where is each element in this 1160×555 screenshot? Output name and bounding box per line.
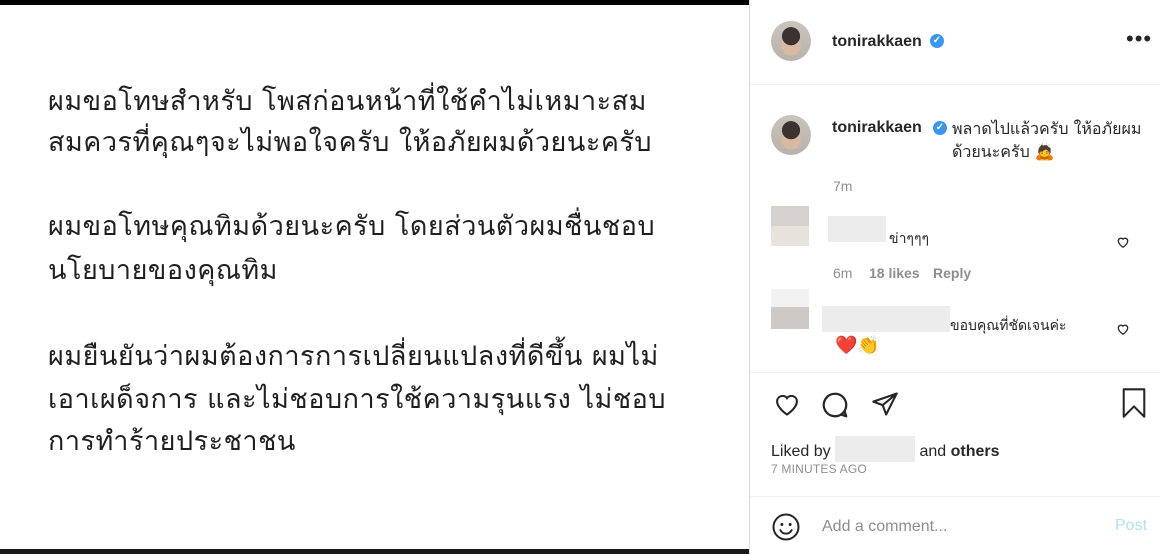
action-bar	[750, 372, 1160, 433]
comment-time[interactable]: 6m	[833, 265, 852, 281]
liked-by-prefix: Liked by	[771, 443, 831, 460]
liked-by-and: and	[919, 443, 947, 460]
like-heart-icon[interactable]	[771, 390, 803, 418]
comment-bubble-icon[interactable]	[820, 390, 850, 420]
posted-time[interactable]: 7 MINUTES AGO	[771, 462, 867, 476]
post-header: tonirakkaen ✓ •••	[750, 0, 1160, 85]
image-text-line: เอาเผด็จการ และไม่ชอบการใช้ความรุนแรง ไม…	[48, 384, 666, 415]
more-options-icon[interactable]: •••	[1126, 28, 1152, 50]
image-text-line: สมควรที่คุณๆจะไม่พอใจครับ ให้อภัยผมด้วยน…	[48, 127, 653, 158]
reply-button[interactable]: Reply	[933, 265, 971, 281]
redacted-username	[822, 306, 950, 332]
image-text-line: ผมยืนยันว่าผมต้องการการเปลี่ยนแปลงที่ดีข…	[48, 341, 659, 372]
author-avatar[interactable]	[771, 21, 811, 61]
comment-avatar[interactable]	[771, 206, 809, 246]
verified-badge-icon: ✓	[930, 34, 944, 48]
emoji-smiley-icon[interactable]	[771, 512, 801, 542]
comment-like-heart-icon[interactable]	[1116, 322, 1130, 336]
redacted-username	[828, 216, 886, 242]
comment-like-heart-icon[interactable]	[1116, 235, 1130, 249]
liked-by-others-link[interactable]: others	[951, 443, 1000, 460]
comment-likes[interactable]: 18 likes	[869, 265, 920, 281]
caption-avatar[interactable]	[771, 115, 811, 155]
image-text-line: นโยบายของคุณทิม	[48, 255, 278, 286]
comment-bar: Post	[750, 496, 1160, 555]
comment-emojis: ❤️👏	[835, 335, 880, 356]
save-bookmark-icon[interactable]	[1120, 387, 1148, 419]
post-comment-button[interactable]: Post	[1115, 517, 1147, 535]
post-side-panel: tonirakkaen ✓ ••• tonirakkaen ✓ พลาดไปแล…	[750, 0, 1160, 554]
caption-time[interactable]: 7m	[833, 178, 852, 194]
share-send-icon[interactable]	[870, 390, 900, 418]
comment-input[interactable]	[820, 511, 1094, 543]
verified-badge-icon: ✓	[933, 121, 947, 135]
author-username[interactable]: tonirakkaen	[832, 33, 922, 51]
image-text-line: ผมขอโทษสำหรับ โพสก่อนหน้าที่ใช้คำไม่เหมา…	[48, 86, 647, 117]
caption-text: พลาดไปแล้วครับ ให้อภัยผมด้วยนะครับ 🙇	[952, 119, 1142, 161]
image-top-border	[0, 0, 750, 5]
redacted-username[interactable]	[835, 436, 916, 462]
image-text-line: ผมขอโทษคุณทิมด้วยนะครับ โดยส่วนตัวผมชื่น…	[48, 211, 656, 242]
liked-by: Liked by and others	[771, 430, 1000, 462]
comment-avatar[interactable]	[771, 289, 809, 329]
image-bottom-border	[0, 549, 750, 554]
caption-username[interactable]: tonirakkaen	[832, 119, 922, 137]
image-text-line: การทำร้ายประชาชน	[48, 426, 296, 457]
comment-text: ข่าๆๆๆ	[889, 231, 929, 247]
post-image[interactable]: ผมขอโทษสำหรับ โพสก่อนหน้าที่ใช้คำไม่เหมา…	[0, 0, 750, 554]
comment-text: ขอบคุณที่ชัดเจนค่ะ	[950, 318, 1067, 334]
